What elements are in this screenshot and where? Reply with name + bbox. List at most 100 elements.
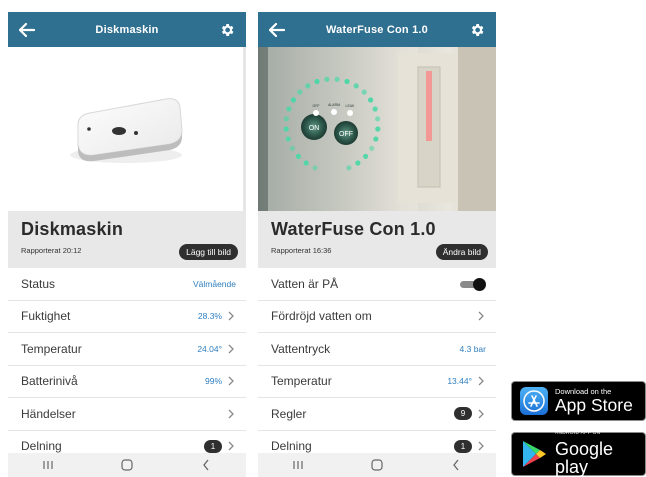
row-delayed-water[interactable]: Fördröjd vatten om: [258, 301, 496, 333]
row-label: Temperatur: [21, 341, 82, 356]
google-play-badge[interactable]: ANDROID APP ON Google play: [511, 431, 646, 477]
led-dot: [290, 97, 296, 103]
gear-icon[interactable]: [466, 19, 488, 41]
row-temperature[interactable]: Temperatur 24.04°: [8, 333, 246, 366]
led-dot: [375, 126, 381, 132]
row-battery[interactable]: Batterinivå 99%: [8, 366, 246, 398]
led-dot: [297, 89, 303, 95]
led-dot: [334, 76, 340, 82]
row-label: Fuktighet: [21, 309, 71, 324]
row-label: Vattentryck: [271, 341, 331, 356]
led-dot: [368, 97, 374, 103]
chevron-right-icon: [478, 409, 486, 419]
system-nav-bar: [8, 453, 246, 477]
app-bar-title: WaterFuse Con 1.0: [325, 23, 428, 36]
row-label: Status: [21, 276, 56, 291]
change-image-button[interactable]: Ändra bild: [435, 244, 488, 260]
app-bar: WaterFuse Con 1.0: [258, 12, 496, 47]
led-dot: [353, 83, 359, 89]
phone-screen-diskmaskin: Diskmaskin Diskmaskin Rapporterat 20:12 …: [8, 12, 246, 477]
system-nav-bar: [258, 453, 496, 477]
row-label: Händelser: [21, 406, 76, 421]
app-bar: Diskmaskin: [8, 12, 246, 47]
device-image: [8, 47, 246, 211]
row-water-on[interactable]: Vatten är PÅ: [258, 268, 496, 301]
phone-screen-waterfuse: WaterFuse Con 1.0 ON OFF OFF ALARM LEAK …: [258, 12, 496, 477]
app-bar-title: Diskmaskin: [95, 23, 159, 36]
row-label: Batterinivå: [21, 374, 78, 389]
rules-count-badge: 9: [454, 407, 472, 421]
pressure-value: 4.3 bar: [459, 343, 486, 354]
device-header: WaterFuse Con 1.0 Rapporterat 16:36 Ändr…: [258, 211, 496, 268]
device-name: WaterFuse Con 1.0: [271, 219, 436, 239]
row-label: Fördröjd vatten om: [271, 309, 372, 324]
led-dot: [305, 83, 311, 89]
humidity-value: 28.3%: [197, 311, 222, 322]
row-label: Vatten är PÅ: [271, 276, 339, 291]
back-icon[interactable]: [444, 455, 468, 475]
led-dot: [363, 153, 369, 159]
row-label: Temperatur: [271, 374, 332, 389]
row-temperature[interactable]: Temperatur 13.44°: [258, 366, 496, 398]
leak-label: LEAK: [346, 104, 356, 108]
settings-list: Vatten är PÅ Fördröjd vatten om Vattentr…: [258, 268, 496, 463]
water-toggle[interactable]: [460, 277, 486, 291]
home-icon[interactable]: [365, 455, 389, 475]
led-dot: [346, 165, 352, 171]
recent-apps-icon[interactable]: [286, 455, 310, 475]
app-store-badge[interactable]: Download on the App Store: [511, 381, 646, 421]
app-store-icon: [519, 386, 549, 416]
led-dot: [369, 145, 375, 151]
home-icon[interactable]: [115, 455, 139, 475]
chevron-right-icon: [228, 376, 236, 386]
chevron-right-icon: [228, 344, 236, 354]
row-label: Delning: [271, 439, 312, 454]
status-value: Välmående: [192, 278, 236, 289]
led-dot: [375, 116, 381, 122]
row-label: Regler: [271, 406, 307, 421]
temperature-value: 13.44°: [447, 376, 472, 387]
add-image-button[interactable]: Lägg till bild: [179, 244, 238, 260]
led-dot: [303, 160, 309, 166]
row-label: Delning: [21, 439, 62, 454]
device-name: Diskmaskin: [21, 219, 124, 239]
temperature-value: 24.04°: [197, 343, 222, 354]
on-label: ON: [309, 125, 320, 132]
settings-list: Status Välmående Fuktighet 28.3% Tempera…: [8, 268, 246, 463]
led-dot: [344, 78, 350, 85]
row-rules[interactable]: Regler 9: [258, 398, 496, 431]
led-dot: [289, 145, 295, 151]
led-dot: [283, 116, 289, 122]
googleplay-small-text: ANDROID APP ON: [555, 431, 601, 437]
row-humidity[interactable]: Fuktighet 28.3%: [8, 301, 246, 333]
row-events[interactable]: Händelser: [8, 398, 246, 431]
appstore-small-text: Download on the: [555, 386, 612, 396]
chevron-right-icon: [228, 311, 236, 321]
back-icon[interactable]: [194, 455, 218, 475]
battery-value: 99%: [204, 376, 222, 387]
led-dot: [372, 106, 378, 112]
chevron-right-icon: [478, 441, 486, 451]
alarm-label: ALARM: [328, 103, 340, 107]
gear-icon[interactable]: [216, 19, 238, 41]
led-dot: [283, 126, 289, 132]
back-arrow-icon[interactable]: [16, 19, 38, 41]
off-label: OFF: [339, 131, 353, 138]
chevron-right-icon: [478, 311, 486, 321]
led-dot: [286, 106, 292, 112]
share-count-badge: 1: [454, 439, 472, 453]
led-dot: [324, 76, 330, 82]
led-dot: [314, 78, 320, 85]
back-arrow-icon[interactable]: [266, 19, 288, 41]
row-water-pressure[interactable]: Vattentryck 4.3 bar: [258, 333, 496, 366]
share-count-badge: 1: [204, 439, 222, 453]
led-dot: [355, 160, 361, 166]
row-status[interactable]: Status Välmående: [8, 268, 246, 301]
googleplay-big-text: Google play: [555, 438, 614, 477]
led-dot: [361, 89, 367, 95]
led-dot: [312, 165, 318, 171]
led-dot: [295, 153, 301, 159]
off-small-label: OFF: [313, 104, 320, 108]
recent-apps-icon[interactable]: [36, 455, 60, 475]
led-dot: [285, 136, 291, 142]
